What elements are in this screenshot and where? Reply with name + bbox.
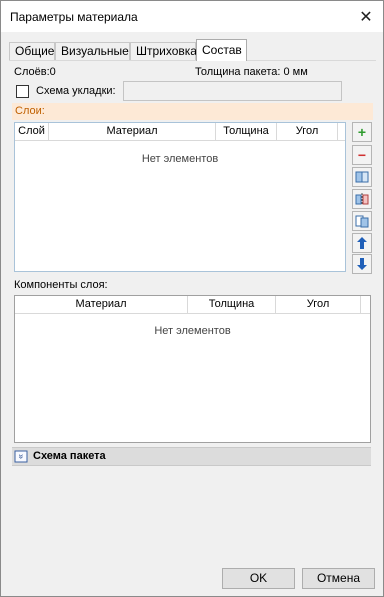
add-layer-button[interactable]: + [352,122,372,142]
package-thickness: Толщина пакета: 0 мм [195,66,308,78]
paste-layer-icon [355,215,369,228]
plus-icon: + [357,124,367,140]
mirror-layer-button[interactable] [352,189,372,209]
double-chevron-down-icon: » [14,450,28,463]
column-header-angle[interactable]: Угол [276,296,361,314]
layers-count: Слоёв:0 [14,66,56,78]
material-parameters-dialog: Параметры материала ✕ Общие Визуальные Ш… [0,0,384,597]
title-bar: Параметры материала ✕ [1,1,383,32]
components-section-title: Компоненты слоя: [14,279,108,291]
copy-layer-icon [355,171,369,183]
window-title: Параметры материала [10,10,138,24]
remove-layer-button[interactable]: − [352,145,372,165]
column-header-angle[interactable]: Угол [277,123,338,141]
components-table[interactable]: Материал Толщина Угол Нет элементов [14,295,371,443]
column-header-material[interactable]: Материал [15,296,188,314]
move-down-button[interactable] [352,254,372,274]
close-icon[interactable]: ✕ [349,1,383,32]
tab-composition[interactable]: Состав [196,39,247,61]
layout-scheme-field[interactable] [123,81,342,101]
ok-button[interactable]: OK [222,568,295,589]
tab-hatching[interactable]: Штриховка [130,42,197,60]
layout-scheme-label: Схема укладки: [36,85,116,97]
move-up-button[interactable] [352,233,372,253]
cancel-button[interactable]: Отмена [302,568,375,589]
mirror-layer-icon [355,193,369,205]
components-table-header: Материал Толщина Угол [15,296,370,314]
layers-section-header: Слои: [12,103,373,120]
column-header-thickness[interactable]: Толщина [216,123,277,141]
arrow-up-icon [357,237,367,249]
copy-layer-button[interactable] [352,167,372,187]
minus-icon: − [357,147,367,163]
column-header-material[interactable]: Материал [49,123,216,141]
arrow-down-icon [357,258,367,270]
layers-table[interactable]: Слой Материал Толщина Угол Нет элементов [14,122,346,272]
paste-layer-button[interactable] [352,211,372,231]
package-scheme-expander[interactable]: » Схема пакета [12,447,371,466]
layout-scheme-checkbox[interactable] [16,85,29,98]
components-empty-message: Нет элементов [154,325,231,337]
layers-section-title: Слои: [15,105,45,117]
layers-empty-message: Нет элементов [141,153,219,165]
column-header-layer[interactable]: Слой [15,123,49,141]
tab-visual[interactable]: Визуальные [55,42,130,60]
layers-table-header: Слой Материал Толщина Угол [15,123,345,141]
composition-panel: Слоёв:0 Толщина пакета: 0 мм Схема уклад… [9,60,376,565]
column-header-thickness[interactable]: Толщина [188,296,276,314]
package-scheme-title: Схема пакета [33,450,106,462]
tab-general[interactable]: Общие [9,42,55,60]
